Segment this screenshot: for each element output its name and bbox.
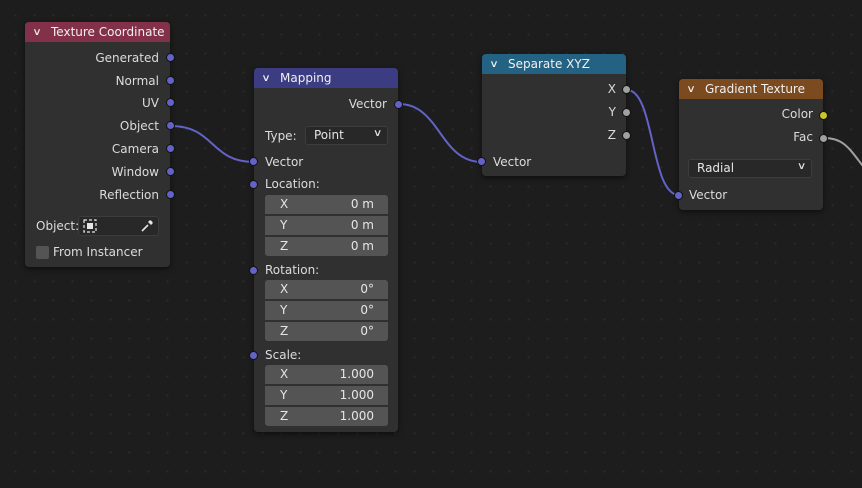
socket-vector-input[interactable] bbox=[249, 157, 258, 166]
scale-x-field[interactable]: X 1.000 bbox=[265, 365, 388, 384]
socket-vector-output[interactable] bbox=[394, 100, 403, 109]
type-label: Type: bbox=[265, 129, 297, 143]
location-z-field[interactable]: Z 0 m bbox=[265, 237, 388, 256]
output-uv-label: UV bbox=[142, 96, 159, 110]
output-color-label: Color bbox=[781, 107, 813, 121]
output-y-label: Y bbox=[608, 105, 616, 119]
link-x-to-gradient-vector[interactable] bbox=[626, 89, 680, 196]
field-value: 0 m bbox=[350, 218, 374, 232]
socket-scale-input[interactable] bbox=[249, 351, 258, 360]
texture-coordinate-node[interactable]: ∨ Texture Coordinate Generated Normal UV… bbox=[25, 22, 175, 267]
node-title: Texture Coordinate bbox=[51, 25, 165, 39]
axis-label: Z bbox=[280, 239, 289, 253]
eyedropper-icon[interactable] bbox=[140, 219, 154, 233]
field-value: 0° bbox=[360, 282, 374, 296]
mapping-node[interactable]: ∨ Mapping Vector Type: Point ∨ Vector Lo… bbox=[249, 68, 403, 432]
object-field[interactable] bbox=[78, 216, 159, 236]
object-label: Object: bbox=[36, 219, 80, 233]
socket-vector-input[interactable] bbox=[477, 157, 486, 166]
chevron-down-icon: ∨ bbox=[796, 161, 807, 172]
output-object-label: Object bbox=[119, 119, 159, 133]
rotation-y-field[interactable]: Y 0° bbox=[265, 301, 388, 320]
field-value: 0 m bbox=[350, 197, 374, 211]
axis-label: Y bbox=[280, 303, 288, 317]
output-camera-label: Camera bbox=[111, 142, 159, 156]
input-vector-label: Vector bbox=[689, 188, 728, 202]
output-vector-label: Vector bbox=[348, 97, 387, 111]
field-value: 1.000 bbox=[339, 367, 374, 381]
gradient-type-dropdown[interactable]: Radial ∨ bbox=[688, 159, 812, 178]
mapping-header[interactable]: ∨ Mapping bbox=[254, 68, 398, 88]
input-vector-label: Vector bbox=[265, 155, 304, 169]
socket-z-output[interactable] bbox=[622, 131, 631, 140]
axis-label: X bbox=[280, 282, 289, 296]
socket-fac-output[interactable] bbox=[819, 134, 828, 143]
axis-label: Z bbox=[280, 409, 289, 423]
from-instancer-checkbox[interactable] bbox=[36, 246, 49, 259]
scale-z-field[interactable]: Z 1.000 bbox=[265, 407, 388, 426]
socket-location-input[interactable] bbox=[249, 180, 258, 189]
axis-label: X bbox=[280, 197, 289, 211]
output-reflection-label: Reflection bbox=[99, 188, 159, 202]
output-normal-label: Normal bbox=[115, 74, 159, 88]
gradient-texture-node[interactable]: ∨ Gradient Texture Color Fac Radial ∨ Ve… bbox=[674, 79, 828, 210]
output-generated-label: Generated bbox=[95, 51, 159, 65]
axis-label: Z bbox=[280, 324, 289, 338]
output-z-label: Z bbox=[607, 128, 616, 142]
location-y-field[interactable]: Y 0 m bbox=[265, 216, 388, 235]
field-value: 0° bbox=[360, 324, 374, 338]
node-title: Mapping bbox=[280, 71, 332, 85]
socket-window-output[interactable] bbox=[166, 167, 175, 176]
axis-label: Y bbox=[280, 218, 288, 232]
rotation-label: Rotation: bbox=[265, 263, 320, 277]
socket-generated-output[interactable] bbox=[166, 53, 175, 62]
output-x-label: X bbox=[607, 82, 616, 96]
input-vector-label: Vector bbox=[493, 155, 532, 169]
chevron-down-icon[interactable]: ∨ bbox=[261, 73, 277, 84]
link-object-to-mapping-vector[interactable] bbox=[170, 125, 255, 163]
axis-label: X bbox=[280, 367, 289, 381]
socket-uv-output[interactable] bbox=[166, 98, 175, 107]
node-title: Gradient Texture bbox=[705, 82, 805, 96]
socket-reflection-output[interactable] bbox=[166, 190, 175, 199]
link-mapping-to-separate-xyz[interactable] bbox=[398, 103, 483, 163]
gradient-texture-header[interactable]: ∨ Gradient Texture bbox=[679, 79, 823, 99]
type-dropdown-value: Point bbox=[314, 128, 344, 142]
texture-coordinate-header[interactable]: ∨ Texture Coordinate bbox=[25, 22, 170, 42]
separate-xyz-node[interactable]: ∨ Separate XYZ X Y Z Vector bbox=[477, 54, 631, 176]
chevron-down-icon[interactable]: ∨ bbox=[686, 84, 702, 95]
field-value: 0 m bbox=[350, 239, 374, 253]
socket-rotation-input[interactable] bbox=[249, 266, 258, 275]
location-x-field[interactable]: X 0 m bbox=[265, 195, 388, 214]
socket-object-output[interactable] bbox=[166, 121, 175, 130]
object-icon bbox=[83, 219, 97, 233]
link-fac-out[interactable] bbox=[823, 137, 862, 170]
output-window-label: Window bbox=[111, 165, 159, 179]
axis-label: Y bbox=[280, 388, 288, 402]
field-value: 1.000 bbox=[339, 388, 374, 402]
socket-camera-output[interactable] bbox=[166, 144, 175, 153]
socket-x-output[interactable] bbox=[622, 85, 631, 94]
from-instancer-label: From Instancer bbox=[53, 245, 143, 259]
scale-label: Scale: bbox=[265, 348, 302, 362]
field-value: 1.000 bbox=[339, 409, 374, 423]
field-value: 0° bbox=[360, 303, 374, 317]
rotation-z-field[interactable]: Z 0° bbox=[265, 322, 388, 341]
gradient-type-value: Radial bbox=[697, 161, 735, 175]
chevron-down-icon[interactable]: ∨ bbox=[489, 59, 505, 70]
type-dropdown[interactable]: Point ∨ bbox=[305, 126, 388, 145]
scale-y-field[interactable]: Y 1.000 bbox=[265, 386, 388, 405]
socket-vector-input[interactable] bbox=[674, 191, 683, 200]
location-label: Location: bbox=[265, 177, 320, 191]
output-fac-label: Fac bbox=[793, 130, 813, 144]
chevron-down-icon[interactable]: ∨ bbox=[32, 27, 48, 38]
socket-normal-output[interactable] bbox=[166, 76, 175, 85]
socket-y-output[interactable] bbox=[622, 108, 631, 117]
rotation-x-field[interactable]: X 0° bbox=[265, 280, 388, 299]
separate-xyz-header[interactable]: ∨ Separate XYZ bbox=[482, 54, 626, 74]
node-title: Separate XYZ bbox=[508, 57, 590, 71]
socket-color-output[interactable] bbox=[819, 111, 828, 120]
chevron-down-icon: ∨ bbox=[372, 128, 383, 139]
